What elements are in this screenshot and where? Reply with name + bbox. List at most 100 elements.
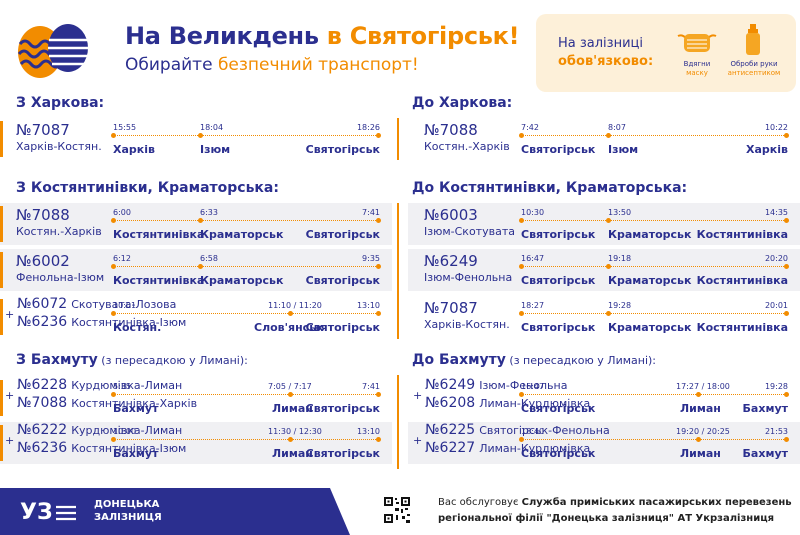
timeline-stop-dot — [784, 133, 789, 138]
poster: На Великдень в Святогірськ! Обирайте без… — [0, 0, 800, 535]
timeline-stop-dot — [111, 311, 116, 316]
section-from-bakhmut: З Бахмуту (з пересадкою у Лимані): — [16, 352, 248, 368]
station-name: Краматорськ — [608, 321, 692, 334]
departure-time: 18:27 — [521, 301, 545, 310]
timeline-line — [113, 135, 378, 136]
train-route: Фенольна-Ізюм — [16, 271, 105, 284]
column-divider — [397, 203, 399, 339]
timeline-stop-dot — [111, 264, 116, 269]
departure-time: 6:33 — [200, 208, 218, 217]
station-name: Костянтинівка — [113, 228, 205, 241]
schedule-row[interactable]: №7087 Харків-Костян. 18:27 19:28 20:01 Святог… — [408, 296, 800, 338]
timeline-stop-dot — [376, 264, 381, 269]
station-name: Краматорськ — [200, 274, 284, 287]
section-to-bakhmut: До Бахмуту (з пересадкою у Лимані): — [412, 352, 657, 368]
train-route: Ізюм-Скотувата — [424, 225, 515, 238]
station-name: Харків — [113, 143, 155, 156]
schedule-row[interactable]: №6249 Ізюм-Фенольна 16:47 19:18 20:20 Святогі… — [408, 249, 800, 291]
timeline-stop-dot — [111, 218, 116, 223]
station-name: Краматорськ — [608, 228, 692, 241]
page-subtitle: Обирайте безпечний транспорт! — [125, 55, 419, 75]
station-name: Костянтинівка — [113, 274, 205, 287]
train-route: Святогірськ-Фенольна — [479, 424, 610, 437]
station-name: Бахмут — [742, 402, 788, 415]
departure-time: 5:35 — [113, 382, 131, 391]
station-name: Бахмут — [113, 402, 159, 415]
departure-time: 13:10 — [356, 301, 380, 310]
timeline-stop-dot — [784, 218, 789, 223]
departure-time: 16:47 — [521, 254, 545, 263]
timeline-stop-dot — [111, 392, 116, 397]
column-divider — [397, 375, 399, 469]
timeline-stop-dot — [696, 392, 701, 397]
mask-label: Вдягни маску — [683, 60, 711, 77]
departure-time: 7:42 — [521, 123, 539, 132]
train-pair-first: №6222 Курдюмівка-Лиман — [17, 422, 182, 438]
schedule-row[interactable]: + №6249 Ізюм-Фенольна №6208 Лиман-Курдюмівка… — [408, 377, 800, 419]
schedule-row[interactable]: + №6072 Скотувата-Лозова №6236 Костянтинівка… — [0, 296, 392, 338]
station-name: Святогірськ — [305, 447, 380, 460]
train-number: №7088 — [424, 121, 478, 139]
svg-text:УЗ: УЗ — [20, 500, 53, 524]
station-name: Святогірськ — [521, 143, 596, 156]
station-name: Лиман — [680, 447, 721, 460]
departure-time: 10:22 — [764, 123, 788, 132]
connection-plus: + — [5, 434, 15, 447]
schedule-row[interactable]: №7088 Костян.-Харків 6:00 6:33 7:41 Костянтин… — [0, 203, 392, 245]
schedule-row[interactable]: + №6228 Курдюмівка-Лиман №7088 Костянтинівка… — [0, 377, 392, 419]
train-route: Ізюм-Фенольна — [424, 271, 513, 284]
timeline-stop-dot — [784, 392, 789, 397]
train-number: №7088 — [17, 395, 68, 411]
train-number: №7088 — [16, 206, 70, 224]
section-from-kost: З Костянтинівки, Краматорська: — [16, 180, 279, 196]
timeline-stop-dot — [519, 437, 524, 442]
footer-org-line2: ЗАЛІЗНИЦЯ — [94, 512, 162, 523]
station-name: Лиман — [680, 402, 721, 415]
qr-code-icon[interactable] — [383, 496, 411, 524]
departure-time: 16:47 — [521, 382, 545, 391]
connection-plus: + — [5, 389, 15, 402]
schedule-row[interactable]: №7088 Костян.-Харків 7:42 8:07 10:22 Святогір… — [408, 118, 800, 160]
timeline-stop-dot — [606, 133, 611, 138]
schedule-row[interactable]: №7087 Харків-Костян. 15:55 18:04 18:26 Харків… — [0, 118, 392, 160]
departure-time: 7:41 — [362, 382, 380, 391]
station-name: Краматорськ — [608, 274, 692, 287]
station-name: Ізюм — [608, 143, 639, 156]
timeline-stop-dot — [111, 437, 116, 442]
train-number: №6222 — [17, 422, 68, 438]
schedule-row[interactable]: №6002 Фенольна-Ізюм 6:12 6:58 9:35 Костянтині… — [0, 249, 392, 291]
sanitizer-icon — [746, 24, 760, 55]
schedule-row[interactable]: №6003 Ізюм-Скотувата 10:30 13:50 14:35 Святог… — [408, 203, 800, 245]
departure-time: 6:00 — [113, 208, 131, 217]
departure-time: 7:05 / 7:17 — [268, 382, 312, 391]
departure-time: 11:10 / 11:20 — [268, 301, 322, 310]
station-name: Святогірськ — [305, 228, 380, 241]
departure-time: 10:01 — [113, 301, 137, 310]
timeline-line — [521, 220, 786, 221]
row-accent-bar — [0, 380, 3, 416]
departure-time: 14:35 — [764, 208, 788, 217]
easter-eggs-icon — [17, 24, 88, 78]
timeline-line — [521, 394, 786, 395]
timeline-stop-dot — [784, 311, 789, 316]
departure-time: 6:12 — [113, 254, 131, 263]
station-name: Бахмут — [113, 447, 159, 460]
timeline-stop-dot — [519, 218, 524, 223]
timeline-stop-dot — [198, 218, 203, 223]
schedule-row[interactable]: + №6225 Святогірськ-Фенольна №6227 Лиман-Кур… — [408, 422, 800, 464]
station-name: Костянтинівка — [696, 321, 788, 334]
departure-time: 21:53 — [764, 427, 788, 436]
schedule-row[interactable]: + №6222 Курдюмівка-Лиман №6236 Костянтинівка… — [0, 422, 392, 464]
timeline-stop-dot — [288, 392, 293, 397]
column-divider — [397, 118, 399, 160]
notice-line2: обов'язково: — [558, 54, 654, 69]
connection-plus: + — [5, 308, 15, 321]
timeline-stop-dot — [519, 311, 524, 316]
row-accent-bar — [0, 425, 3, 461]
connection-plus: + — [413, 434, 423, 447]
station-name: Святогірськ — [521, 402, 596, 415]
timeline-stop-dot — [519, 264, 524, 269]
train-number: №7087 — [16, 121, 70, 139]
timeline-stop-dot — [519, 133, 524, 138]
departure-time: 17:27 / 18:00 — [676, 382, 730, 391]
